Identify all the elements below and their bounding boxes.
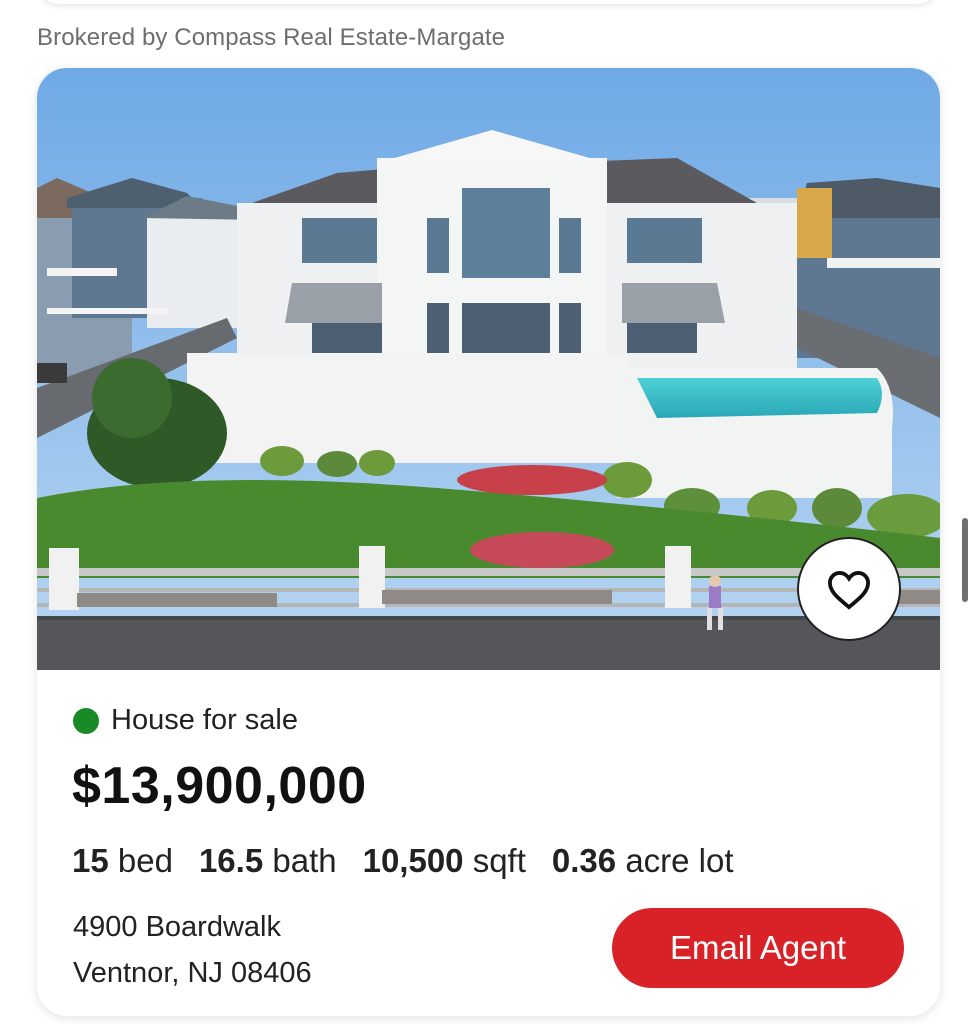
broker-attribution: Brokered by Compass Real Estate-Margate — [37, 24, 506, 51]
listing-address[interactable]: 4900 Boardwalk Ventnor, NJ 08406 — [73, 904, 312, 996]
beds-value: 15 — [72, 842, 109, 879]
baths-spec: 16.5 bath — [199, 842, 337, 880]
listing-status: House for sale — [73, 704, 298, 737]
email-agent-button[interactable]: Email Agent — [612, 908, 904, 988]
beds-spec: 15 bed — [72, 842, 173, 880]
sqft-value: 10,500 — [362, 842, 464, 879]
address-line-1: 4900 Boardwalk — [73, 911, 281, 943]
lot-spec: 0.36 acre lot — [552, 842, 734, 880]
sqft-spec: 10,500 sqft — [363, 842, 526, 880]
previous-card-edge — [36, 0, 940, 4]
listing-card[interactable]: House for sale $13,900,000 15 bed 16.5 b… — [37, 68, 940, 1016]
scrollbar-thumb[interactable] — [962, 518, 968, 602]
favorite-button[interactable] — [797, 537, 901, 641]
lot-unit: acre lot — [625, 842, 734, 879]
beds-unit: bed — [117, 842, 173, 879]
status-label: House for sale — [111, 704, 298, 736]
listing-price: $13,900,000 — [72, 757, 367, 815]
listing-specs: 15 bed 16.5 bath 10,500 sqft 0.36 acre l… — [72, 842, 734, 880]
lot-value: 0.36 — [551, 842, 617, 879]
address-line-2: Ventnor, NJ 08406 — [73, 957, 312, 989]
baths-value: 16.5 — [198, 842, 264, 879]
heart-outline-icon — [827, 571, 871, 610]
status-dot-icon — [73, 707, 99, 734]
listing-photo[interactable] — [37, 68, 940, 670]
baths-unit: bath — [272, 842, 337, 879]
sqft-unit: sqft — [472, 842, 526, 879]
